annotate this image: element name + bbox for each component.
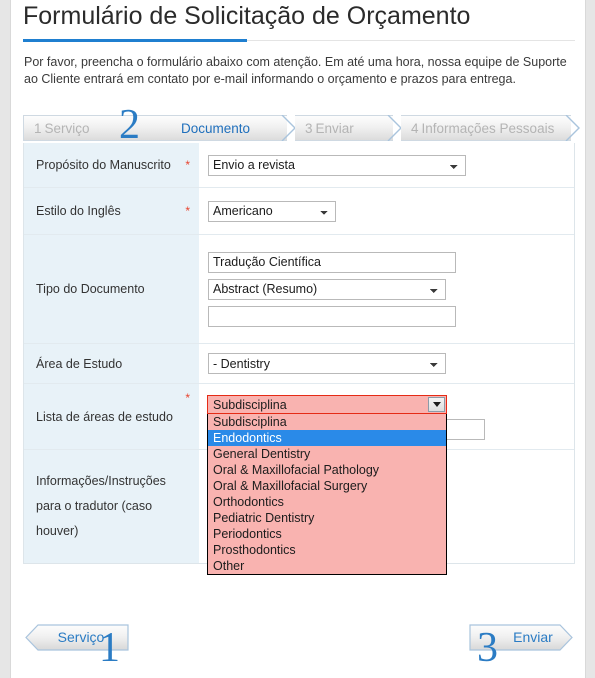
dropdown-option[interactable]: Subdisciplina [208,414,446,430]
field-control-area: Envio a revista [199,143,574,187]
chevron-down-icon[interactable] [428,397,445,412]
step-label-text: Enviar [315,121,354,136]
step-item-enviar[interactable]: 3 Enviar [295,115,393,141]
field-label-text-line1: Informações/Instruções [36,474,166,488]
document-type-other-input[interactable] [208,305,456,327]
form-row-purpose: Propósito do Manuscrito * Envio a revist… [24,143,574,188]
field-control-area: Abstract (Resumo) [199,235,574,343]
field-control-area: - Dentistry [199,344,574,383]
previous-step-number: 1 [99,625,120,671]
required-asterisk: * [185,204,190,218]
field-label: Estilo do Inglês * [24,188,199,234]
content-card: Formulário de Solicitação de Orçamento P… [10,0,586,678]
dropdown-option[interactable]: Pediatric Dentistry [208,510,446,526]
dropdown-option[interactable]: Oral & Maxillofacial Pathology [208,462,446,478]
english-style-select[interactable]: Americano [208,200,336,222]
field-label: Informações/Instruções para o tradutor (… [24,450,199,563]
dropdown-option[interactable]: Orthodontics [208,494,446,510]
chevron-right-icon [281,115,296,141]
form-footer-navigation: Serviço 1 Enviar 3 [11,612,587,678]
field-label: Tipo do Documento [24,235,199,343]
field-label-text: Estilo do Inglês [36,204,121,218]
field-label: Lista de áreas de estudo * [24,384,199,449]
required-asterisk: * [185,391,190,405]
step-label-text: Informações Pessoais [421,121,555,136]
dropdown-option[interactable]: General Dentistry [208,446,446,462]
subdiscipline-selected-value: Subdisciplina [213,397,287,412]
page-root: Formulário de Solicitação de Orçamento P… [0,0,595,678]
purpose-select[interactable]: Envio a revista [208,154,466,176]
step-number: 1 [34,121,42,136]
step-label-text: Serviço [44,121,90,136]
field-control-area: Americano [199,188,574,234]
field-label: Propósito do Manuscrito * [24,143,199,187]
dropdown-option[interactable]: Periodontics [208,526,446,542]
document-service-input[interactable] [208,251,456,273]
subdiscipline-option-list[interactable]: Subdisciplina Endodontics General Dentis… [207,414,447,575]
field-label-text: Tipo do Documento [36,282,145,296]
field-label-text: Propósito do Manuscrito [36,158,171,172]
next-step-button[interactable]: Enviar 3 [469,624,573,669]
dropdown-option[interactable]: Prosthodontics [208,542,446,558]
field-label: Área de Estudo [24,344,199,383]
field-label-text-line2: para o tradutor (caso [36,499,153,513]
step-item-documento[interactable]: Documento [155,115,287,141]
chevron-right-icon [387,115,402,141]
intro-paragraph: Por favor, preencha o formulário abaixo … [24,55,567,86]
field-label-text: Área de Estudo [36,356,123,371]
field-label-text-line3: houver) [36,524,79,538]
form-row-english-style: Estilo do Inglês * Americano [24,188,574,235]
document-type-select[interactable]: Abstract (Resumo) [208,278,446,300]
required-asterisk: * [185,158,190,172]
title-divider-accent [23,39,247,42]
form-row-document-type: Tipo do Documento Abstract (Resumo) [24,235,574,344]
dropdown-option-highlighted[interactable]: Endodontics [208,430,446,446]
step-item-informacoes-pessoais[interactable]: 4 Informações Pessoais [401,115,571,141]
form-row-study-area: Área de Estudo - Dentistry [24,344,574,384]
previous-step-button[interactable]: Serviço 1 [25,624,129,669]
step-number: 3 [305,121,313,136]
page-title: Formulário de Solicitação de Orçamento [23,2,471,30]
subdiscipline-select-closed[interactable]: Subdisciplina [207,395,447,414]
dropdown-option[interactable]: Other [208,558,446,574]
step-label-text: Documento [181,121,251,136]
next-step-number: 3 [477,625,498,671]
dropdown-option[interactable]: Oral & Maxillofacial Surgery [208,478,446,494]
active-step-big-number: 2 [119,102,140,148]
field-label-text: Lista de áreas de estudo [36,409,173,424]
subdiscipline-dropdown[interactable]: Subdisciplina Subdisciplina Endodontics … [207,395,447,575]
step-number: 4 [411,121,419,136]
study-area-select[interactable]: - Dentistry [208,353,446,374]
step-navigation: 1 Serviço Documento 3 Enviar 4 Informaçõ… [23,115,580,141]
chevron-right-icon [565,115,580,141]
